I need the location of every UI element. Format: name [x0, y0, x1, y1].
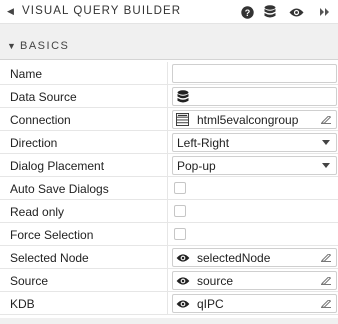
database-icon[interactable] [262, 4, 278, 20]
section-gap [0, 24, 338, 33]
eye-icon[interactable] [288, 4, 304, 20]
read-only-label: Read only [10, 205, 65, 219]
read-only-checkbox[interactable] [174, 205, 186, 217]
auto-save-dialogs-checkbox[interactable] [174, 182, 186, 194]
kdb-value: qIPC [197, 297, 224, 311]
dialog-placement-select[interactable]: Pop-up [172, 156, 337, 175]
row-auto-save-dialogs: Auto Save Dialogs [0, 177, 338, 200]
eraser-icon[interactable] [321, 277, 331, 285]
eraser-icon[interactable] [321, 300, 331, 308]
row-selected-node: Selected Node selectedNode [0, 246, 338, 269]
row-name: Name [0, 62, 338, 85]
direction-value: Left-Right [177, 136, 230, 150]
source-input[interactable]: source [172, 271, 337, 290]
row-source: Source source [0, 269, 338, 292]
row-kdb: KDB qIPC [0, 292, 338, 315]
selected-node-label: Selected Node [10, 251, 89, 265]
row-divider [167, 108, 168, 130]
selected-node-input[interactable]: selectedNode [172, 248, 337, 267]
section-label: BASICS [20, 40, 70, 52]
force-selection-label: Force Selection [10, 228, 94, 242]
name-input[interactable] [172, 64, 337, 83]
basics-section-header[interactable]: ▼ BASICS [0, 33, 338, 60]
source-value: source [197, 274, 234, 288]
row-divider [167, 292, 168, 314]
panel-bottom-strip [0, 318, 338, 324]
force-selection-checkbox[interactable] [174, 228, 186, 240]
kdb-label: KDB [10, 297, 35, 311]
dialog-placement-label: Dialog Placement [10, 159, 105, 173]
row-direction: Direction Left-Right [0, 131, 338, 154]
row-divider [167, 154, 168, 176]
selected-node-value: selectedNode [197, 251, 271, 265]
row-force-selection: Force Selection [0, 223, 338, 246]
svg-text:?: ? [244, 8, 250, 18]
eraser-icon[interactable] [321, 116, 331, 124]
connection-value: html5evalcongroup [197, 113, 299, 127]
chevron-down-icon [322, 163, 330, 168]
direction-label: Direction [10, 136, 58, 150]
chevron-down-icon [322, 140, 330, 145]
kdb-input[interactable]: qIPC [172, 294, 337, 313]
direction-select[interactable]: Left-Right [172, 133, 337, 152]
row-connection: Connection html5evalcongroup [0, 108, 338, 131]
row-dialog-placement: Dialog Placement Pop-up [0, 154, 338, 177]
chevron-down-icon: ▼ [7, 41, 16, 51]
row-divider [167, 131, 168, 153]
row-divider [167, 269, 168, 291]
row-divider [167, 62, 168, 84]
name-label: Name [10, 67, 43, 81]
eraser-icon[interactable] [321, 254, 331, 262]
auto-save-dialogs-label: Auto Save Dialogs [10, 182, 109, 196]
collapse-caret-icon[interactable]: ◀ [7, 6, 14, 17]
visual-query-builder-panel: ◀ VISUAL QUERY BUILDER ? ▼ BASICS Name D… [0, 0, 338, 324]
panel-title: VISUAL QUERY BUILDER [22, 5, 182, 17]
server-list-icon [176, 113, 189, 126]
connection-input[interactable]: html5evalcongroup [172, 110, 337, 129]
eye-icon [176, 300, 190, 308]
connection-label: Connection [10, 113, 71, 127]
dialog-placement-value: Pop-up [177, 159, 216, 173]
row-divider [167, 200, 168, 222]
database-icon [177, 90, 189, 103]
row-data-source: Data Source [0, 85, 338, 108]
data-source-input[interactable] [172, 87, 337, 106]
row-divider [167, 85, 168, 107]
row-divider [167, 177, 168, 199]
row-divider [167, 223, 168, 245]
row-read-only: Read only [0, 200, 338, 223]
source-label: Source [10, 274, 49, 288]
help-icon[interactable]: ? [239, 4, 255, 20]
data-source-label: Data Source [10, 90, 77, 104]
collapse-right-icon[interactable] [317, 4, 333, 20]
eye-icon [176, 277, 190, 285]
panel-title-bar: ◀ VISUAL QUERY BUILDER ? [0, 0, 338, 24]
row-divider [167, 246, 168, 268]
eye-icon [176, 254, 190, 262]
